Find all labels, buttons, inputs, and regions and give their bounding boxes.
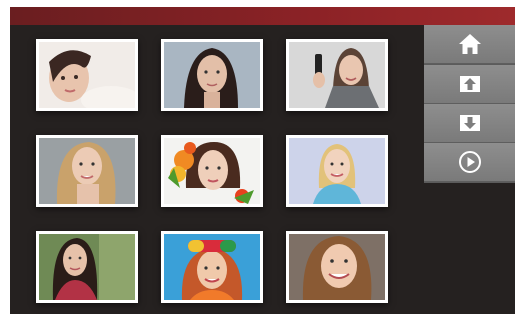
photo-thumbnail-8[interactable] — [161, 231, 263, 303]
play-icon — [458, 151, 481, 173]
photo-woman-blonde-long-hair — [39, 138, 135, 204]
app-screen — [10, 7, 515, 314]
home-icon — [458, 34, 481, 54]
top-bar — [10, 7, 515, 25]
arrow-up-icon — [459, 76, 480, 92]
side-menu — [424, 25, 515, 183]
photo-thumbnail-4[interactable] — [36, 135, 138, 207]
scroll-down-button[interactable] — [424, 104, 515, 143]
photo-woman-laughing — [289, 234, 385, 300]
photo-gallery — [10, 25, 425, 314]
photo-thumbnail-3[interactable] — [286, 39, 388, 111]
photo-thumbnail-6[interactable] — [286, 135, 388, 207]
photo-woman-with-flowers — [164, 138, 260, 204]
photo-woman-outdoors — [39, 234, 135, 300]
photo-woman-reclining — [39, 42, 135, 108]
photo-thumbnail-9[interactable] — [286, 231, 388, 303]
photo-thumbnail-5[interactable] — [161, 135, 263, 207]
play-slideshow-button[interactable] — [424, 143, 515, 182]
photo-woman-dark-hair — [164, 42, 260, 108]
photo-thumbnail-7[interactable] — [36, 231, 138, 303]
scroll-up-button[interactable] — [424, 65, 515, 104]
photo-woman-colorful-hat — [164, 234, 260, 300]
arrow-down-icon — [459, 115, 480, 131]
photo-woman-blonde-smiling — [289, 138, 385, 204]
photo-thumbnail-1[interactable] — [36, 39, 138, 111]
photo-woman-with-phone — [289, 42, 385, 108]
photo-thumbnail-2[interactable] — [161, 39, 263, 111]
home-button[interactable] — [424, 25, 515, 64]
